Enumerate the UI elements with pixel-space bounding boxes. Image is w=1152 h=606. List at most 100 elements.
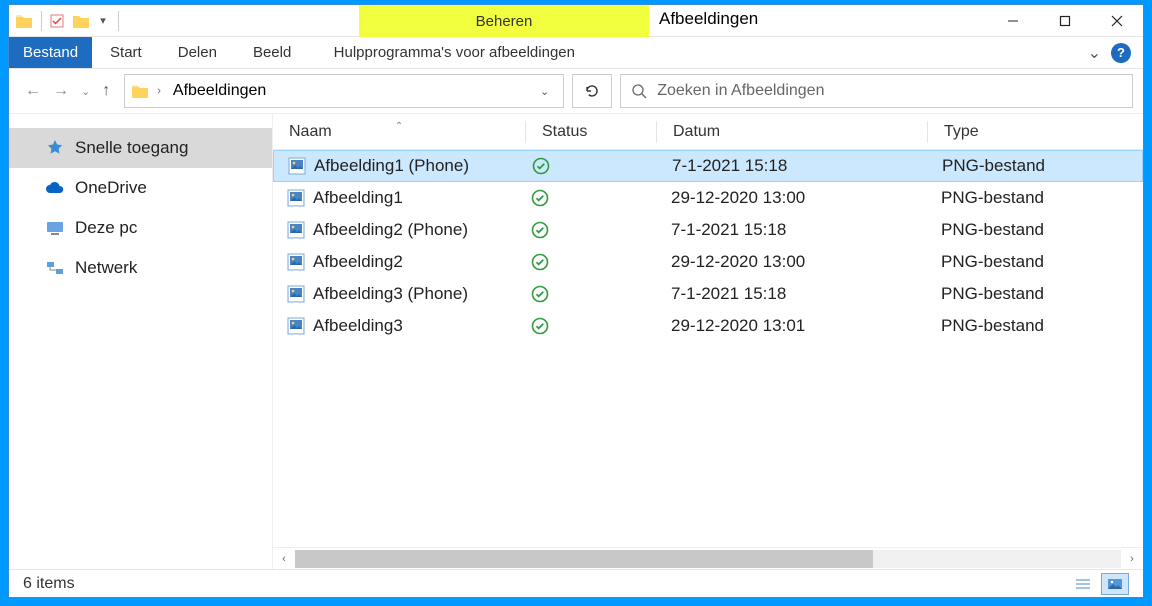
sidebar-item-label: Snelle toegang	[75, 138, 188, 158]
tab-file[interactable]: Bestand	[9, 37, 92, 68]
refresh-button[interactable]	[572, 74, 612, 108]
search-icon	[631, 83, 647, 99]
column-status[interactable]: Status	[526, 123, 656, 141]
image-file-icon	[287, 317, 305, 335]
item-count: 6 items	[23, 575, 75, 593]
address-dropdown-icon[interactable]: ⌄	[531, 85, 557, 98]
contextual-tab-header: Beheren	[359, 5, 649, 37]
recent-dropdown-icon[interactable]: ⌄	[81, 85, 90, 98]
explorer-window: ▾ Beheren Afbeeldingen Bestand Start Del…	[8, 4, 1144, 598]
statusbar: 6 items	[9, 569, 1143, 597]
help-icon[interactable]: ?	[1111, 43, 1131, 63]
file-type: PNG-bestand	[925, 284, 1143, 304]
close-button[interactable]	[1091, 5, 1143, 37]
sidebar-item-this-pc[interactable]: Deze pc	[9, 208, 272, 248]
file-row[interactable]: Afbeelding2 (Phone) 7-1-2021 15:18PNG-bes…	[273, 214, 1143, 246]
file-date: 29-12-2020 13:00	[655, 252, 925, 272]
file-date: 29-12-2020 13:00	[655, 188, 925, 208]
file-type: PNG-bestand	[925, 252, 1143, 272]
column-name[interactable]: ⌃ Naam	[273, 123, 525, 141]
status-synced-icon	[532, 157, 550, 175]
forward-button[interactable]: →	[53, 82, 69, 100]
back-button[interactable]: ←	[25, 82, 41, 100]
file-type: PNG-bestand	[926, 156, 1142, 176]
tab-home[interactable]: Start	[92, 37, 160, 68]
sidebar-item-network[interactable]: Netwerk	[9, 248, 272, 288]
file-row[interactable]: Afbeelding229-12-2020 13:00PNG-bestand	[273, 246, 1143, 278]
titlebar: ▾ Beheren Afbeeldingen	[9, 5, 1143, 37]
maximize-button[interactable]	[1039, 5, 1091, 37]
minimize-button[interactable]	[987, 5, 1039, 37]
sidebar-item-label: Netwerk	[75, 258, 137, 278]
network-icon	[45, 259, 65, 277]
scroll-track[interactable]	[295, 550, 1121, 568]
sidebar-item-quick-access[interactable]: Snelle toegang	[9, 128, 272, 168]
star-pin-icon	[45, 139, 65, 157]
file-name: Afbeelding1	[313, 188, 403, 208]
column-date[interactable]: Datum	[657, 123, 927, 141]
file-name: Afbeelding2 (Phone)	[313, 220, 468, 240]
file-name: Afbeelding3 (Phone)	[313, 284, 468, 304]
folder-icon	[131, 83, 149, 99]
columns-header: ⌃ Naam Status Datum Type	[273, 114, 1143, 150]
status-synced-icon	[531, 189, 549, 207]
file-name: Afbeelding1 (Phone)	[314, 156, 469, 176]
nav-pane: Snelle toegang OneDrive Deze pc Netwerk	[9, 114, 273, 569]
file-name: Afbeelding3	[313, 316, 403, 336]
scroll-thumb[interactable]	[295, 550, 873, 568]
column-label: Naam	[289, 123, 332, 140]
sidebar-item-label: OneDrive	[75, 178, 147, 198]
chevron-right-icon[interactable]: ›	[155, 85, 163, 97]
sidebar-item-label: Deze pc	[75, 218, 137, 238]
window-title: Afbeeldingen	[659, 9, 758, 29]
sidebar-item-onedrive[interactable]: OneDrive	[9, 168, 272, 208]
file-row[interactable]: Afbeelding3 (Phone) 7-1-2021 15:18PNG-bes…	[273, 278, 1143, 310]
nav-arrows: ← → ⌄ ↑	[19, 82, 116, 100]
computer-icon	[45, 219, 65, 237]
breadcrumb[interactable]: Afbeeldingen	[169, 82, 270, 100]
file-date: 7-1-2021 15:18	[655, 284, 925, 304]
folder-icon	[15, 13, 33, 29]
view-thumbnails-button[interactable]	[1101, 573, 1129, 595]
tab-share[interactable]: Delen	[160, 37, 235, 68]
tab-picture-tools[interactable]: Hulpprogramma's voor afbeeldingen	[309, 37, 599, 68]
file-row[interactable]: Afbeelding1 29-12-2020 13:00PNG-bestand	[273, 182, 1143, 214]
search-input[interactable]: Zoeken in Afbeeldingen	[620, 74, 1133, 108]
ribbon-tabs: Bestand Start Delen Beeld Hulpprogramma'…	[9, 37, 1143, 69]
horizontal-scrollbar[interactable]: ‹ ›	[273, 547, 1143, 569]
nav-toolbar: ← → ⌄ ↑ › Afbeeldingen ⌄ Zoeken in Afbee…	[9, 69, 1143, 113]
file-row[interactable]: Afbeelding329-12-2020 13:01PNG-bestand	[273, 310, 1143, 342]
view-toggles	[1069, 573, 1129, 595]
cloud-icon	[45, 179, 65, 197]
sort-asc-icon: ⌃	[395, 121, 403, 132]
file-row[interactable]: Afbeelding1 (Phone) 7-1-2021 15:18PNG-bes…	[273, 150, 1143, 182]
qat-dropdown-icon[interactable]: ▾	[96, 14, 110, 28]
image-file-icon	[287, 189, 305, 207]
properties-icon[interactable]	[50, 14, 64, 28]
scroll-right-icon[interactable]: ›	[1121, 550, 1143, 568]
tab-view[interactable]: Beeld	[235, 37, 309, 68]
column-type[interactable]: Type	[928, 123, 1143, 141]
file-date: 7-1-2021 15:18	[655, 220, 925, 240]
file-list[interactable]: Afbeelding1 (Phone)7-1-2021 15:18PNG-bes…	[273, 150, 1143, 547]
image-file-icon	[287, 285, 305, 303]
qat: ▾	[9, 5, 125, 36]
file-type: PNG-bestand	[925, 188, 1143, 208]
new-folder-icon[interactable]	[72, 13, 90, 29]
window-controls	[987, 5, 1143, 36]
ribbon-right: ⌄ ?	[1088, 37, 1143, 68]
up-button[interactable]: ↑	[102, 82, 110, 100]
view-details-button[interactable]	[1069, 573, 1097, 595]
separator	[41, 11, 42, 31]
file-type: PNG-bestand	[925, 316, 1143, 336]
file-date: 7-1-2021 15:18	[656, 156, 926, 176]
address-bar[interactable]: › Afbeeldingen ⌄	[124, 74, 564, 108]
content-pane: ⌃ Naam Status Datum Type Afbeelding1 (Ph…	[273, 114, 1143, 569]
image-file-icon	[287, 221, 305, 239]
status-synced-icon	[531, 253, 549, 271]
ribbon-expand-icon[interactable]: ⌄	[1088, 43, 1101, 63]
search-placeholder: Zoeken in Afbeeldingen	[657, 82, 824, 100]
image-file-icon	[287, 253, 305, 271]
scroll-left-icon[interactable]: ‹	[273, 550, 295, 568]
file-type: PNG-bestand	[925, 220, 1143, 240]
